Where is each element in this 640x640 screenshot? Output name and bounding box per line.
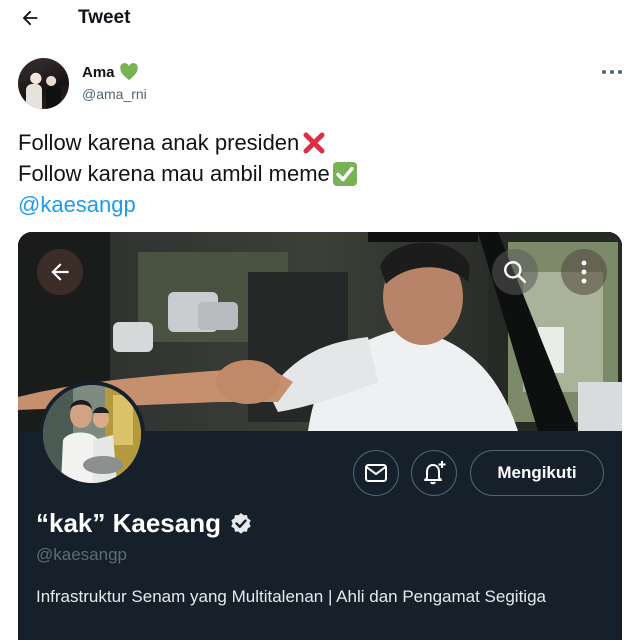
author-handle[interactable]: @ama_rni [82, 86, 147, 102]
message-button[interactable] [353, 450, 399, 496]
author-name-row[interactable]: Ama [82, 63, 139, 81]
tweet-line-text: Follow karena anak presiden [18, 130, 300, 155]
back-button[interactable] [16, 4, 44, 32]
profile-display-name: “kak” Kaesang [36, 508, 221, 538]
more-button[interactable] [598, 64, 626, 80]
notifications-button[interactable] [411, 450, 457, 496]
author-name[interactable]: Ama [82, 64, 115, 81]
tweet-text: Follow karena anak presiden Follow karen… [18, 127, 358, 220]
verified-badge-icon [231, 512, 251, 534]
top-bar: Tweet [0, 0, 640, 36]
author-avatar[interactable] [18, 58, 69, 109]
profile-display-name-row: “kak” Kaesang [36, 508, 253, 539]
card-back-button[interactable] [37, 249, 83, 295]
profile-bio: Infrastruktur Senam yang Multitalenan | … [36, 587, 546, 606]
check-mark-button-icon [332, 161, 357, 186]
profile-avatar-photo [43, 385, 141, 483]
profile-screenshot-card[interactable]: Mengikuti “kak” Kaesang @kaesangp Infras… [18, 232, 622, 640]
arrow-left-icon [51, 263, 69, 281]
tweet-line-1: Follow karena anak presiden [18, 127, 358, 158]
tweet-line-2: Follow karena mau ambil meme [18, 158, 358, 189]
profile-avatar[interactable] [39, 381, 145, 487]
cross-mark-icon [303, 132, 325, 153]
tweet-line-text: Follow karena mau ambil meme [18, 161, 330, 186]
more-vertical-icon [581, 260, 587, 284]
card-more-button[interactable] [561, 249, 607, 295]
mention-link[interactable]: @kaesangp [18, 189, 136, 220]
profile-handle: @kaesangp [36, 545, 127, 564]
mail-icon [365, 464, 387, 482]
bell-plus-icon [424, 461, 446, 485]
card-search-button[interactable] [492, 249, 538, 295]
more-horizontal-icon [602, 70, 622, 74]
arrow-left-icon [22, 10, 38, 26]
page-title: Tweet [78, 7, 131, 28]
search-icon [504, 261, 527, 284]
following-button[interactable]: Mengikuti [470, 450, 604, 496]
green-heart-icon [119, 63, 138, 81]
tweet-line-3: @kaesangp [18, 189, 358, 220]
